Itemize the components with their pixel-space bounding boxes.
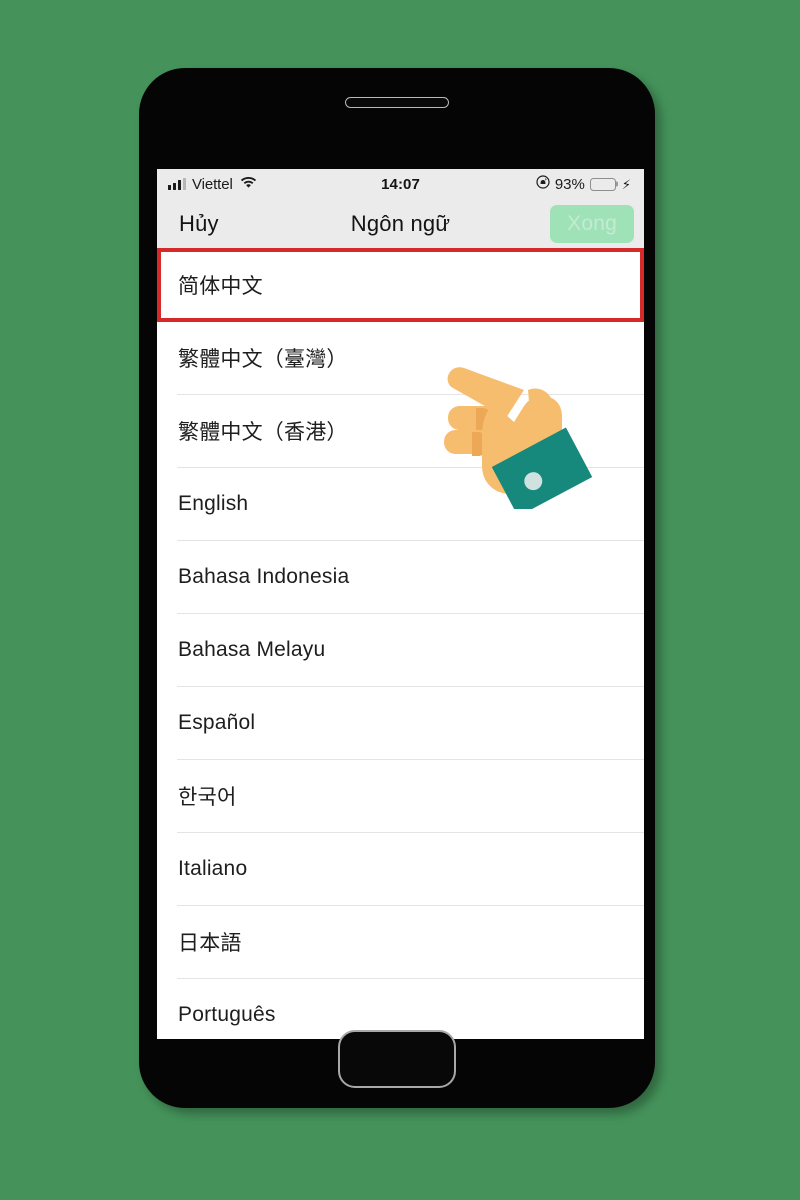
language-label: 한국어 [178,785,237,809]
language-row[interactable]: Bahasa Indonesia [157,540,644,613]
status-bar: Viettel 14:07 93% ⚡ [157,169,644,199]
cancel-button[interactable]: Hủy [179,211,219,237]
battery-percentage-label: 93% [554,175,585,193]
battery-icon [589,177,616,191]
language-label: Italiano [178,856,248,880]
status-bar-right: 93% ⚡ [536,174,631,194]
earpiece-speaker-icon [345,97,449,108]
language-label: 日本語 [178,931,242,955]
phone-screen: Viettel 14:07 93% ⚡ Hủy Ngôn ngữ Xong 简体… [157,169,644,1039]
language-row[interactable]: 繁體中文（香港） [157,394,644,467]
charging-bolt-icon: ⚡ [621,176,631,192]
language-label: English [178,491,249,515]
language-label: 繁體中文（臺灣） [178,347,348,371]
carrier-name: Viettel [192,175,233,193]
language-row[interactable]: 繁體中文（臺灣） [157,321,644,394]
language-row[interactable]: 简体中文 [157,248,644,321]
rotation-lock-icon [536,174,550,194]
language-row[interactable]: Bahasa Melayu [157,613,644,686]
language-list[interactable]: 简体中文繁體中文（臺灣） 繁體中文（香港） English Bahasa Indone… [157,248,644,1039]
wifi-icon [240,175,257,193]
language-label: 简体中文 [178,274,263,298]
language-label: 繁體中文（香港） [178,420,348,444]
language-label: Português [178,1002,276,1026]
status-bar-left: Viettel [168,175,257,193]
navigation-bar: Hủy Ngôn ngữ Xong [157,199,644,248]
language-row[interactable]: English [157,467,644,540]
language-label: Bahasa Melayu [178,637,326,661]
language-row[interactable]: Italiano [157,832,644,905]
language-label: Español [178,710,256,734]
language-row[interactable]: 日本語 [157,905,644,978]
language-label: Bahasa Indonesia [178,564,350,588]
language-row[interactable]: 한국어 [157,759,644,832]
done-button[interactable]: Xong [550,204,634,243]
language-row[interactable]: Español [157,686,644,759]
phone-frame: Viettel 14:07 93% ⚡ Hủy Ngôn ngữ Xong 简体… [139,68,655,1108]
signal-bars-icon [168,178,186,190]
home-button[interactable] [338,1030,456,1088]
